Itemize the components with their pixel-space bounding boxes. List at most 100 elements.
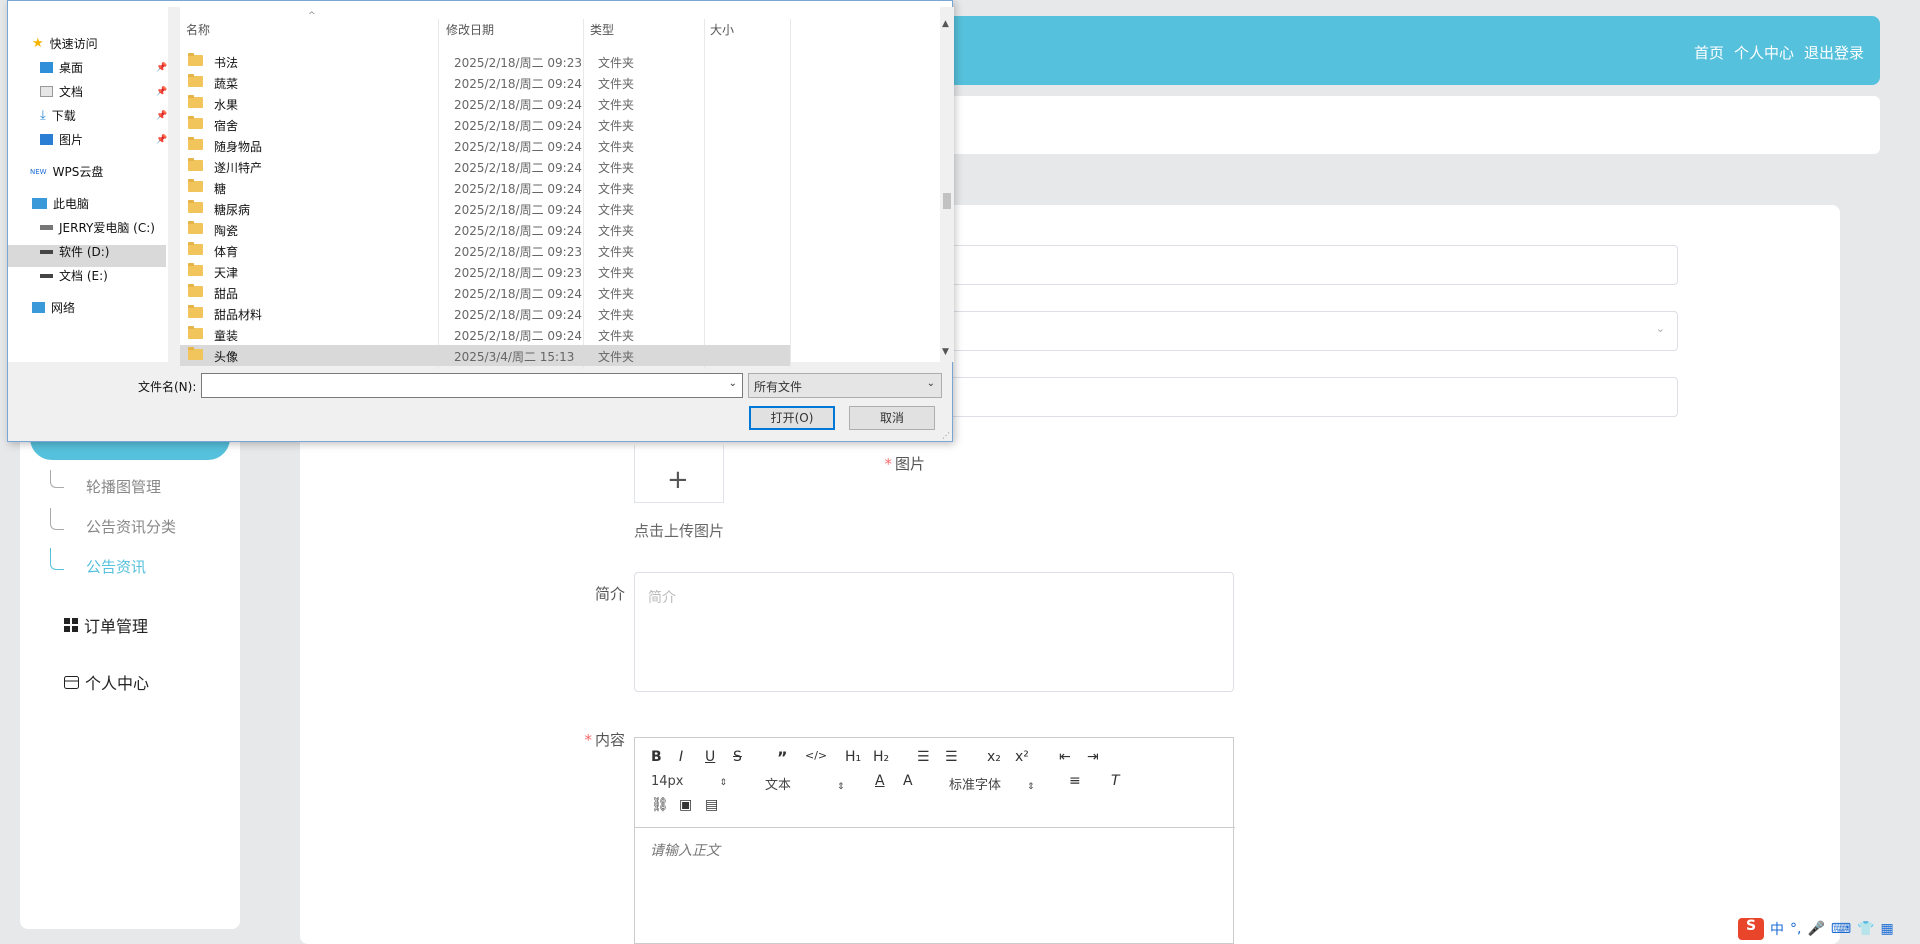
table-row[interactable]: 宿舍 2025/2/18/周二 09:24 文件夹 [180, 114, 790, 135]
sidebar-item-orders[interactable]: 订单管理 [64, 613, 148, 637]
table-row[interactable]: 体育 2025/2/18/周二 09:23 文件夹 [180, 240, 790, 261]
text-field[interactable] [934, 377, 1678, 417]
nav-desktop[interactable]: 桌面 📌 [40, 59, 167, 76]
image-label: * 图片 [884, 455, 925, 473]
h1-icon[interactable]: H₁ [845, 749, 861, 765]
sidebar-item-carousel[interactable]: 轮播图管理 [86, 476, 161, 497]
table-row[interactable]: 头像 2025/3/4/周二 15:13 文件夹 [180, 345, 790, 366]
file-date: 2025/2/18/周二 09:24 [454, 182, 582, 196]
skin-icon[interactable]: 👕 [1857, 921, 1874, 937]
bold-icon[interactable]: B [651, 749, 662, 765]
text-field[interactable] [934, 245, 1678, 285]
rich-text-editor[interactable]: B I U S ” </> H₁ H₂ ☰ ☰ x₂ x² ⇤ ⇥ 14px ⇕ … [634, 737, 1235, 944]
file-list-scrollbar[interactable]: ▲ ▼ [940, 7, 954, 362]
font-family-select[interactable]: 标准字体 ⇕ [949, 774, 1035, 793]
scroll-down-icon[interactable]: ▼ [942, 347, 949, 357]
font-color-icon[interactable]: A [875, 773, 885, 789]
chevron-down-icon[interactable]: ⌄ [729, 378, 737, 389]
clear-format-icon[interactable]: T [1111, 773, 1120, 789]
pin-icon: 📌 [156, 86, 168, 97]
table-row[interactable]: 甜品 2025/2/18/周二 09:24 文件夹 [180, 282, 790, 303]
pin-icon: 📌 [156, 110, 168, 121]
file-date: 2025/2/18/周二 09:23 [454, 56, 582, 70]
scroll-thumb[interactable] [943, 193, 951, 209]
sogou-ime-icon[interactable]: S [1738, 918, 1764, 940]
file-name: 水果 [214, 98, 239, 112]
toolbox-icon[interactable]: ▦ [1881, 921, 1894, 937]
table-row[interactable]: 天津 2025/2/18/周二 09:23 文件夹 [180, 261, 790, 282]
nav-profile-link[interactable]: 个人中心 [1734, 42, 1794, 63]
microphone-icon[interactable]: 🎤 [1807, 921, 1824, 937]
code-icon[interactable]: </> [805, 749, 827, 762]
h2-icon[interactable]: H₂ [873, 749, 889, 765]
link-icon[interactable]: ⛓ [651, 797, 669, 813]
italic-icon[interactable]: I [679, 749, 683, 765]
nav-drive-c[interactable]: JERRY爱电脑 (C:) [40, 219, 155, 236]
indent-icon[interactable]: ⇥ [1087, 749, 1099, 765]
scroll-up-icon[interactable]: ▲ [942, 19, 949, 29]
sidebar-item-news-category[interactable]: 公告资讯分类 [86, 516, 176, 537]
heading-select[interactable]: 文本 ⇕ [765, 774, 845, 793]
image-upload-button[interactable]: + [634, 445, 724, 503]
chevron-down-icon: ⌄ [1655, 322, 1665, 335]
table-row[interactable]: 水果 2025/2/18/周二 09:24 文件夹 [180, 93, 790, 114]
image-icon[interactable]: ▣ [679, 797, 692, 813]
table-row[interactable]: 糖 2025/2/18/周二 09:24 文件夹 [180, 177, 790, 198]
superscript-icon[interactable]: x² [1015, 749, 1029, 765]
subscript-icon[interactable]: x₂ [987, 749, 1001, 765]
ordered-list-icon[interactable]: ☰ [917, 749, 930, 765]
file-date: 2025/3/4/周二 15:13 [454, 350, 575, 364]
column-header-name[interactable]: 名称 [186, 21, 210, 38]
column-header-type[interactable]: 类型 [590, 21, 614, 38]
ime-mode-label[interactable]: 中 [1770, 919, 1784, 939]
nav-wps-cloud[interactable]: NEW WPS云盘 [30, 163, 103, 180]
bullet-list-icon[interactable]: ☰ [945, 749, 958, 765]
download-icon: ⤓ [40, 108, 46, 123]
underline-icon[interactable]: U [705, 749, 715, 765]
resize-grip-icon[interactable]: ⋰ [942, 431, 950, 440]
keyboard-icon[interactable]: ⌨ [1831, 921, 1851, 937]
cancel-button[interactable]: 取消 [849, 406, 935, 430]
table-row[interactable]: 书法 2025/2/18/周二 09:23 文件夹 [180, 51, 790, 72]
video-icon[interactable]: ▤ [705, 797, 718, 813]
computer-icon [32, 198, 47, 209]
open-button[interactable]: 打开(O) [749, 406, 835, 430]
table-row[interactable]: 蔬菜 2025/2/18/周二 09:24 文件夹 [180, 72, 790, 93]
strike-icon[interactable]: S [733, 749, 742, 765]
folder-icon [188, 116, 203, 129]
table-row[interactable]: 童装 2025/2/18/周二 09:24 文件夹 [180, 324, 790, 345]
column-header-size[interactable]: 大小 [710, 21, 734, 38]
bg-color-icon[interactable]: A [903, 773, 913, 789]
nav-drive-e[interactable]: 文档 (E:) [40, 267, 108, 284]
nav-documents[interactable]: 文档 📌 [40, 83, 167, 100]
select-field[interactable]: ⌄ [934, 311, 1678, 351]
table-row[interactable]: 甜品材料 2025/2/18/周二 09:24 文件夹 [180, 303, 790, 324]
font-size-select[interactable]: 14px ⇕ [651, 774, 727, 789]
intro-textarea[interactable]: 简介 [634, 572, 1234, 692]
nav-logout-link[interactable]: 退出登录 [1804, 42, 1864, 63]
filename-label: 文件名(N): [138, 380, 197, 394]
table-row[interactable]: 随身物品 2025/2/18/周二 09:24 文件夹 [180, 135, 790, 156]
nav-drive-d[interactable]: 软件 (D:) [40, 243, 109, 260]
nav-network[interactable]: 网络 [32, 299, 75, 316]
table-row[interactable]: 陶瓷 2025/2/18/周二 09:24 文件夹 [180, 219, 790, 240]
blockquote-icon[interactable]: ” [777, 748, 788, 767]
outdent-icon[interactable]: ⇤ [1059, 749, 1071, 765]
folder-icon [188, 284, 203, 297]
table-row[interactable]: 遂川特产 2025/2/18/周二 09:24 文件夹 [180, 156, 790, 177]
nav-pictures[interactable]: 图片 📌 [40, 131, 167, 148]
nav-this-pc[interactable]: 此电脑 [32, 195, 89, 212]
nav-quick-access[interactable]: ★ 快速访问 [32, 35, 98, 52]
sidebar-item-news[interactable]: 公告资讯 [86, 556, 146, 577]
nav-home-link[interactable]: 首页 [1694, 42, 1724, 63]
nav-downloads[interactable]: ⤓ 下载 📌 [40, 107, 167, 124]
align-icon[interactable]: ≡ [1069, 773, 1081, 789]
folder-icon [188, 200, 203, 213]
sidebar-item-profile[interactable]: 个人中心 [64, 670, 149, 694]
column-header-date[interactable]: 修改日期 [446, 21, 494, 38]
punctuation-icon[interactable]: °, [1790, 921, 1801, 937]
file-type-select[interactable]: 所有文件 ⌄ [748, 373, 942, 398]
file-list: 名称 ^ 修改日期 类型 大小 书法 2025/2/18/周二 09:23 文件夹蔬… [180, 7, 940, 369]
filename-input[interactable]: ⌄ [201, 373, 743, 398]
table-row[interactable]: 糖尿病 2025/2/18/周二 09:24 文件夹 [180, 198, 790, 219]
